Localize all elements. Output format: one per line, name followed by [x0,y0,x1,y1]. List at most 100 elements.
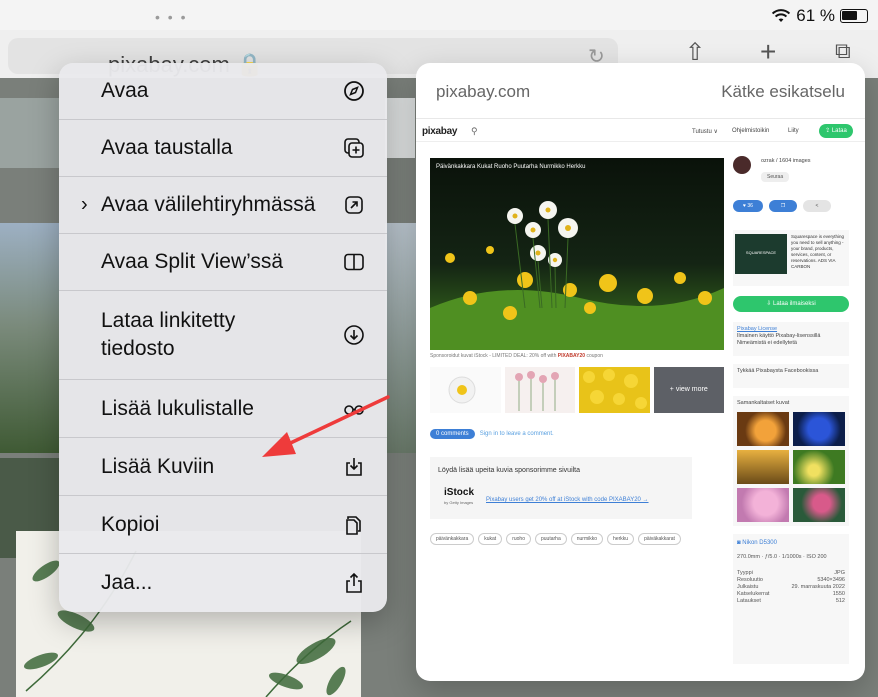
save-to-photos-icon [346,457,362,476]
daisy-thumbnail [448,376,476,404]
copy-icon [346,515,361,535]
ad-text: Squarespace is everything you need to se… [791,234,845,269]
istock-logo: iStock [444,487,475,498]
chevron-right-icon: › [81,193,88,216]
site-nav: pixabay ⚲ Tutustu ∨ Ohjelmistoikin Liity… [416,120,865,142]
tab-overview-icon[interactable]: ⧉ [835,38,851,64]
wifi-icon [772,9,791,22]
sponsor-line: Sponsoroidut kuvat iStock - LIMITED DEAL… [430,353,603,359]
similar-thumbnail [737,488,789,522]
tag-list: päivänkakkara kukat ruoho puutarha nurmi… [430,533,681,545]
camera-name: ◙ Nikon D5300 [737,540,777,546]
tab-group-icon [345,196,363,214]
comments-signin: Sign in to leave a comment. [479,431,554,437]
download-circle-icon [344,325,364,345]
ad-brand: SQUARESPACE [745,250,777,255]
menu-item-add-to-photos[interactable]: Lisää Kuviin [59,438,387,496]
menu-item-label: Avaa taustalla [101,136,233,159]
thumbnail [430,367,501,413]
daisy-photo-graphic [430,158,724,350]
compass-icon [344,81,364,101]
detail-key: Lataukset [737,598,761,604]
menu-item-label: Avaa Split View’ssä [101,250,284,273]
menu-item-open-tab-group[interactable]: › Avaa välilehtiryhmässä [59,177,387,234]
menu-item-copy[interactable]: Kopioi [59,496,387,554]
status-indicators: 61 % [771,6,868,26]
nav-link-software: Ohjelmistoikin [732,128,770,134]
menu-item-label: Jaa... [101,571,153,594]
multitasking-dots[interactable]: • • • [155,9,187,25]
similar-thumbnail [793,412,845,446]
hide-preview-button[interactable]: Kätke esikatselu [721,82,845,102]
sponsored-thumbnails: + view more [430,367,724,413]
upload-button: ⇪ Lataa [819,124,853,138]
pink-flowers-thumbnail [514,371,559,411]
camera-specs: 270.0mm · ƒ/5.0 · 1/1000s · ISO 200 [737,554,827,560]
photo-breadcrumbs: Päivänkakkara Kukat Ruoho Puutarha Nurmi… [436,164,586,170]
link-preview-card[interactable]: pixabay.com Kätke esikatselu pixabay ⚲ T… [416,63,865,681]
view-more-tile: + view more [653,367,724,413]
follow-button: Seuraa [761,172,790,182]
detail-key: Katselukerrat [737,591,770,597]
bg-image-tile [0,98,60,168]
download-free-button: ⇩ Lataa ilmaiseksi [733,296,849,312]
tag: puutarha [535,533,567,545]
thumbnail [504,367,575,413]
similar-title: Samankaltaiset kuvat [737,400,790,406]
tag: päivänkakkara [430,533,475,545]
search-icon: ⚲ [471,126,478,136]
tag: ruoho [506,533,531,545]
istock-sub: by Getty Images [444,500,474,505]
bg-image-tile [385,98,415,158]
menu-item-share[interactable]: Jaa... [59,554,387,612]
license-title: Pixabay License [737,326,778,332]
bg-image-tile [385,223,416,453]
author-name: ozrak / 1604 images [761,158,811,164]
share-icon [346,572,362,593]
battery-icon [840,9,868,23]
comments-pill: 0 comments [430,429,475,439]
detail-key: Julkaistu [737,584,759,590]
detail-value: 5340×3496 [817,577,845,583]
preview-url: pixabay.com [436,82,531,101]
sponsor-suffix: coupon [585,353,603,359]
like-button: ♥ 36 [733,200,763,212]
thumbnail [579,367,650,413]
menu-item-split-view[interactable]: Avaa Split View’ssä [59,234,387,291]
menu-item-open-background[interactable]: Avaa taustalla [59,120,387,177]
detail-row: Lataukset 512 [737,598,845,605]
menu-item-download-linked-file[interactable]: Lataa linkitetty tiedosto [59,291,387,380]
preview-header: pixabay.com Kätke esikatselu [416,63,865,119]
detail-value: 512 [835,598,845,604]
bookmark-icon: ❐ [769,200,797,212]
action-buttons: ♥ 36 ❐ < [733,200,849,224]
similar-grid [737,412,845,522]
detail-value: JPG [834,570,845,576]
detail-key: Tyyppi [737,570,753,576]
sponsor-code: PIXABAY20 [557,353,586,359]
detail-row: Resoluutio 5340×3496 [737,577,845,584]
detail-row: Tyyppi JPG [737,570,845,577]
image-details: Tyyppi JPG Resoluutio 5340×3496 Julkaistu 2… [737,570,845,605]
detail-value: 29. marraskuuta 2022 [791,584,845,590]
license-box: Pixabay License Ilmainen käyttö Pixabay-… [733,322,849,356]
tag: nurmikko [570,533,604,545]
menu-item-open[interactable]: Avaa [59,63,387,120]
nav-link-join: Liity [788,128,799,134]
similar-thumbnail [737,412,789,446]
avatar [733,156,751,174]
author-block: ozrak / 1604 images Seuraa [733,156,849,196]
tag: päiväkakkarat [638,533,681,545]
license-line: Nimeämistä ei edellytetä [737,340,797,346]
detail-value: 1550 [832,591,845,597]
menu-item-label: Kopioi [101,512,160,536]
istock-link: Pixabay users get 20% off at iStock with… [486,497,649,503]
detail-key: Resoluutio [737,577,763,583]
battery-percent: 61 % [796,6,835,25]
istock-promo: Löydä lisää upeita kuvia sponsorimme siv… [430,457,692,519]
status-bar: • • • 61 % [0,0,878,30]
menu-item-add-reading-list[interactable]: Lisää lukulistalle [59,380,387,438]
license-line: Ilmainen käyttö Pixabay-lisenssillä [737,333,821,339]
menu-item-label: Lataa linkitetty tiedosto [101,309,236,360]
sponsor-text: Sponsoroidut kuvat iStock - LIMITED DEAL… [430,353,558,359]
